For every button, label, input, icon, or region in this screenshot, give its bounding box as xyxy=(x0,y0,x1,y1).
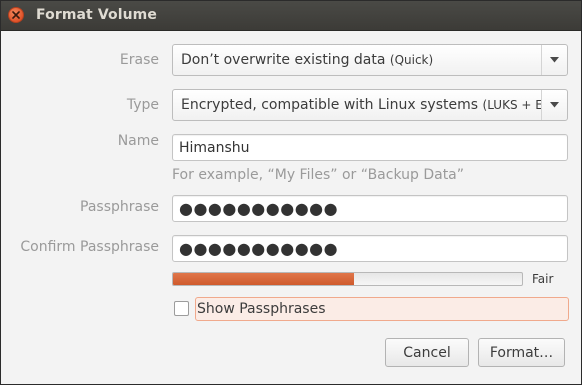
passphrase-strength-bar xyxy=(172,272,523,286)
cancel-button[interactable]: Cancel xyxy=(385,338,469,367)
name-value: Himanshu xyxy=(179,139,250,156)
format-button[interactable]: Format… xyxy=(478,338,565,367)
type-label: Type xyxy=(126,97,159,113)
passphrase-strength-fill xyxy=(173,273,355,285)
passphrase-label: Passphrase xyxy=(80,199,159,215)
passphrase-masked-value: ●●●●●●●●●●● xyxy=(179,198,339,218)
show-passphrases-checkbox[interactable] xyxy=(174,301,189,316)
passphrase-strength-label: Fair xyxy=(532,272,554,286)
format-volume-dialog: Format Volume Erase Don’t overwrite exis… xyxy=(0,0,582,385)
triangle-down-icon[interactable] xyxy=(542,90,567,120)
erase-label: Erase xyxy=(119,52,159,68)
type-combo[interactable]: Encrypted, compatible with Linux systems… xyxy=(172,89,568,121)
name-hint: For example, “My Files” or “Backup Data” xyxy=(172,167,465,183)
name-label: Name xyxy=(117,133,159,149)
show-passphrases-label[interactable]: Show Passphrases xyxy=(195,297,569,321)
erase-value: Don’t overwrite existing data (Quick) xyxy=(181,52,434,68)
title-bar: Format Volume xyxy=(1,1,581,31)
erase-combo[interactable]: Don’t overwrite existing data (Quick) xyxy=(172,44,568,76)
type-value: Encrypted, compatible with Linux systems… xyxy=(181,97,541,113)
passphrase-field[interactable]: ●●●●●●●●●●● xyxy=(172,195,568,222)
confirm-passphrase-masked-value: ●●●●●●●●●●● xyxy=(179,238,339,258)
window-title: Format Volume xyxy=(36,7,157,23)
close-button[interactable] xyxy=(8,7,24,23)
triangle-down-icon[interactable] xyxy=(542,45,567,75)
confirm-passphrase-label: Confirm Passphrase xyxy=(20,239,159,255)
confirm-passphrase-field[interactable]: ●●●●●●●●●●● xyxy=(172,235,568,262)
close-icon xyxy=(12,11,20,19)
name-field[interactable]: Himanshu xyxy=(172,134,568,161)
